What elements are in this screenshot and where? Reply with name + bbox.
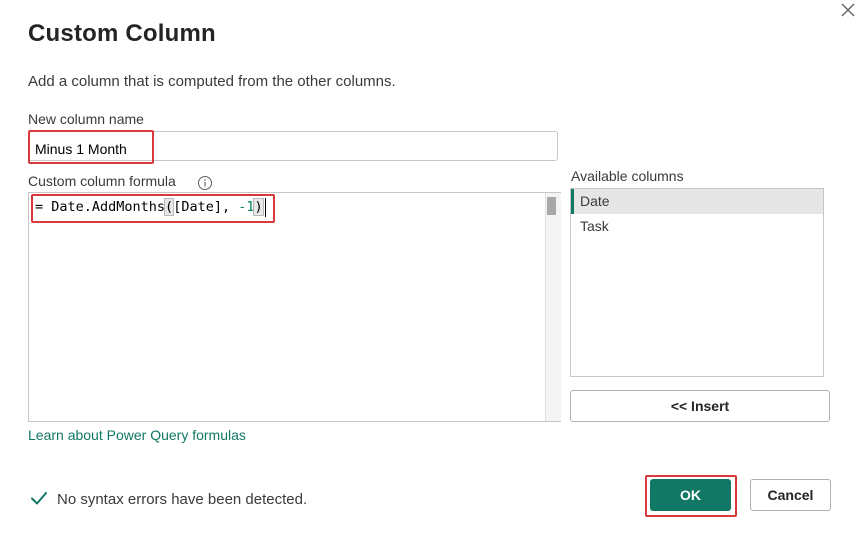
column-name-label: New column name: [28, 111, 144, 127]
ok-button[interactable]: OK: [650, 479, 731, 511]
dialog-title: Custom Column: [28, 20, 216, 47]
syntax-status: No syntax errors have been detected.: [57, 491, 308, 508]
column-item-date[interactable]: Date: [571, 189, 823, 214]
column-item-task[interactable]: Task: [571, 214, 823, 239]
formula-scrollbar-thumb[interactable]: [547, 197, 556, 215]
check-icon: [30, 489, 48, 507]
cancel-button[interactable]: Cancel: [750, 479, 831, 511]
dialog-description: Add a column that is computed from the o…: [28, 73, 396, 90]
insert-button[interactable]: << Insert: [570, 390, 830, 422]
close-icon[interactable]: [838, 0, 857, 20]
formula-scrollbar[interactable]: [545, 193, 561, 421]
formula-editor[interactable]: [28, 192, 561, 422]
available-columns-label: Available columns: [571, 168, 684, 184]
info-icon[interactable]: [197, 175, 213, 191]
formula-label: Custom column formula: [28, 173, 176, 189]
formula-highlight: [31, 194, 275, 223]
learn-formulas-link[interactable]: Learn about Power Query formulas: [28, 427, 246, 443]
column-name-value[interactable]: Minus 1 Month: [35, 141, 127, 157]
